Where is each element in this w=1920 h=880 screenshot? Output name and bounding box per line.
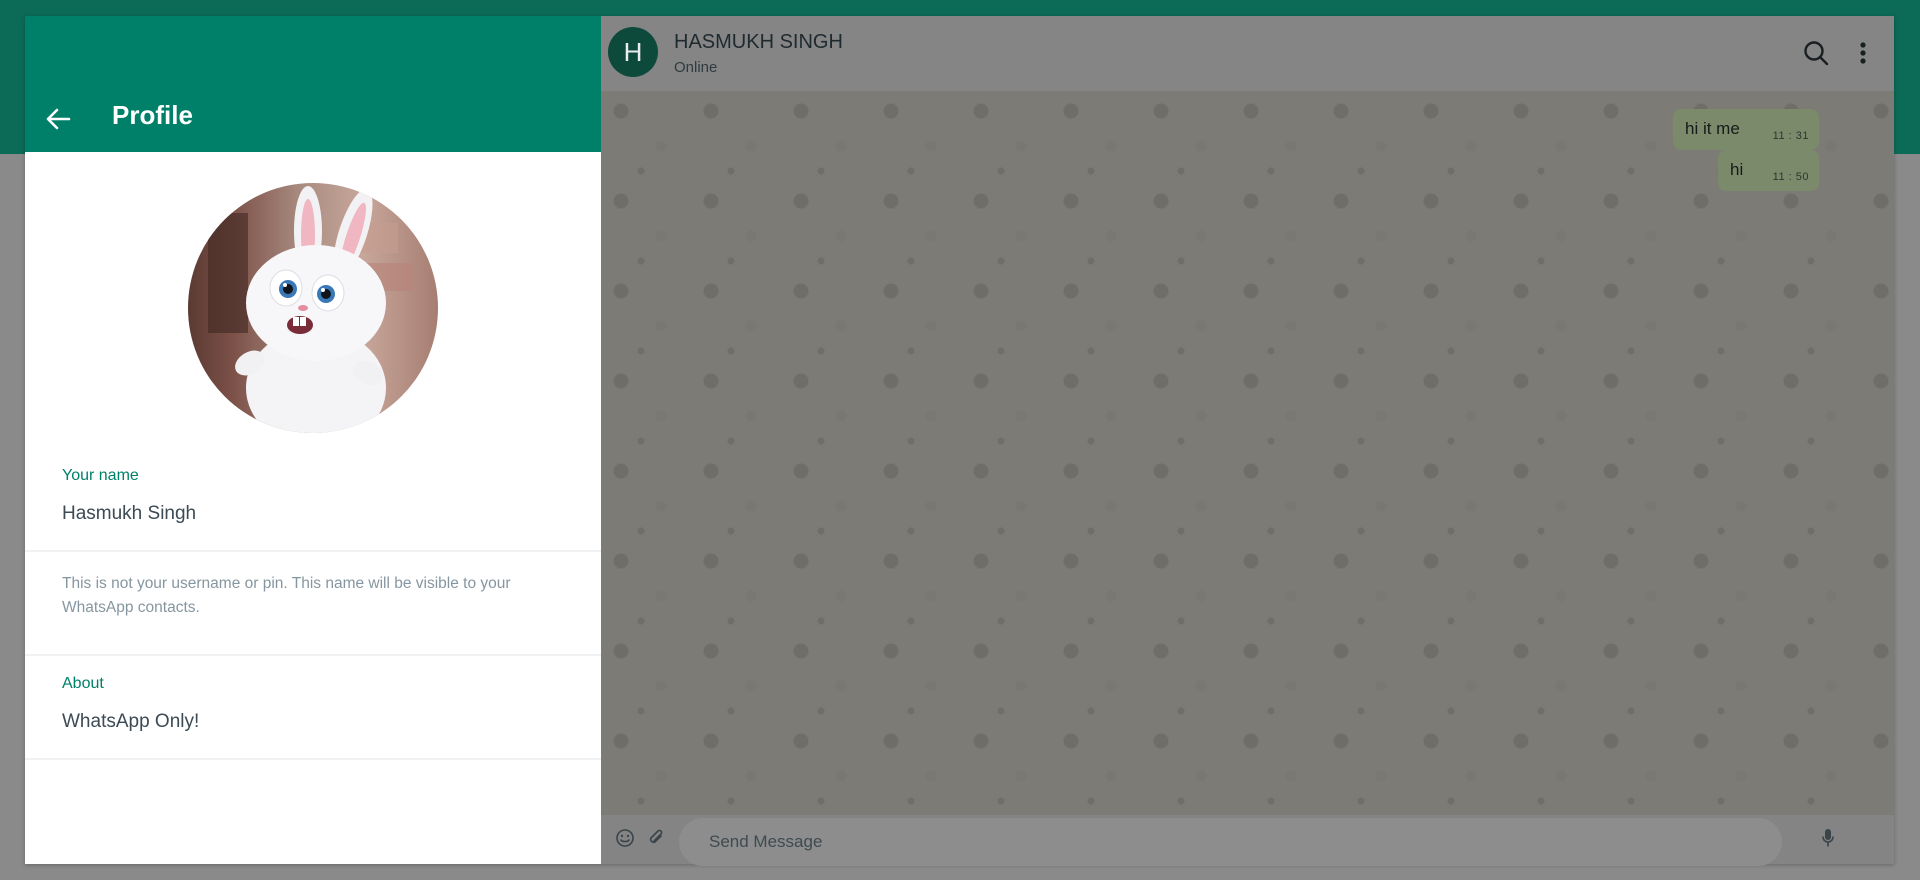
composer-bar [601, 815, 1894, 866]
voice-button[interactable] [1816, 826, 1840, 850]
name-value[interactable]: Hasmukh Singh [62, 502, 564, 550]
message-text: hi it me [1685, 119, 1740, 138]
profile-header: Profile [25, 16, 601, 152]
name-section: Your name Hasmukh Singh [25, 438, 601, 550]
profile-avatar-container [25, 152, 601, 438]
app-window: Profile Your name Hasmukh Singh This is … [25, 16, 1894, 866]
emoji-icon [616, 829, 634, 847]
name-hint: This is not your username or pin. This n… [62, 575, 511, 616]
message-list[interactable]: hi it me 11 : 31 hi 11 : 50 [601, 91, 1894, 815]
bunny-image [208, 186, 413, 433]
attach-button[interactable] [644, 826, 668, 850]
profile-title: Profile [112, 100, 193, 130]
search-icon [1804, 41, 1829, 66]
profile-photo[interactable] [188, 183, 438, 433]
name-label: Your name [62, 467, 139, 484]
chat-panel: H HASMUKH SINGH Online hi it me 11: 31 … [601, 16, 1894, 866]
message-time: 11 : 31 [1772, 130, 1809, 142]
contact-avatar[interactable]: H [608, 27, 658, 77]
paperclip-icon [649, 829, 663, 844]
divider [25, 758, 601, 760]
profile-drawer: Profile Your name Hasmukh Singh This is … [25, 16, 601, 864]
contact-status: Online [674, 59, 718, 76]
back-button[interactable] [43, 104, 73, 134]
microphone-icon [1822, 829, 1834, 847]
more-vertical-icon [1860, 42, 1866, 64]
message-bubble[interactable]: hi it me 11 : 31 [1673, 109, 1819, 150]
message-time: 11 : 50 [1772, 171, 1809, 183]
menu-button[interactable] [1848, 38, 1878, 68]
contact-name[interactable]: HASMUKH SINGH [674, 31, 843, 54]
about-section: About WhatsApp Only! [25, 656, 601, 758]
message-text: hi [1730, 160, 1744, 179]
chat-header: H HASMUKH SINGH Online [601, 16, 1894, 91]
search-button[interactable] [1801, 38, 1831, 68]
about-label: About [62, 675, 104, 692]
message-input[interactable] [679, 818, 1782, 866]
message-bubble[interactable]: hi 11 : 50 [1718, 150, 1819, 191]
emoji-button[interactable] [613, 826, 637, 850]
about-value[interactable]: WhatsApp Only! [62, 710, 564, 758]
arrow-left-icon [46, 108, 71, 130]
